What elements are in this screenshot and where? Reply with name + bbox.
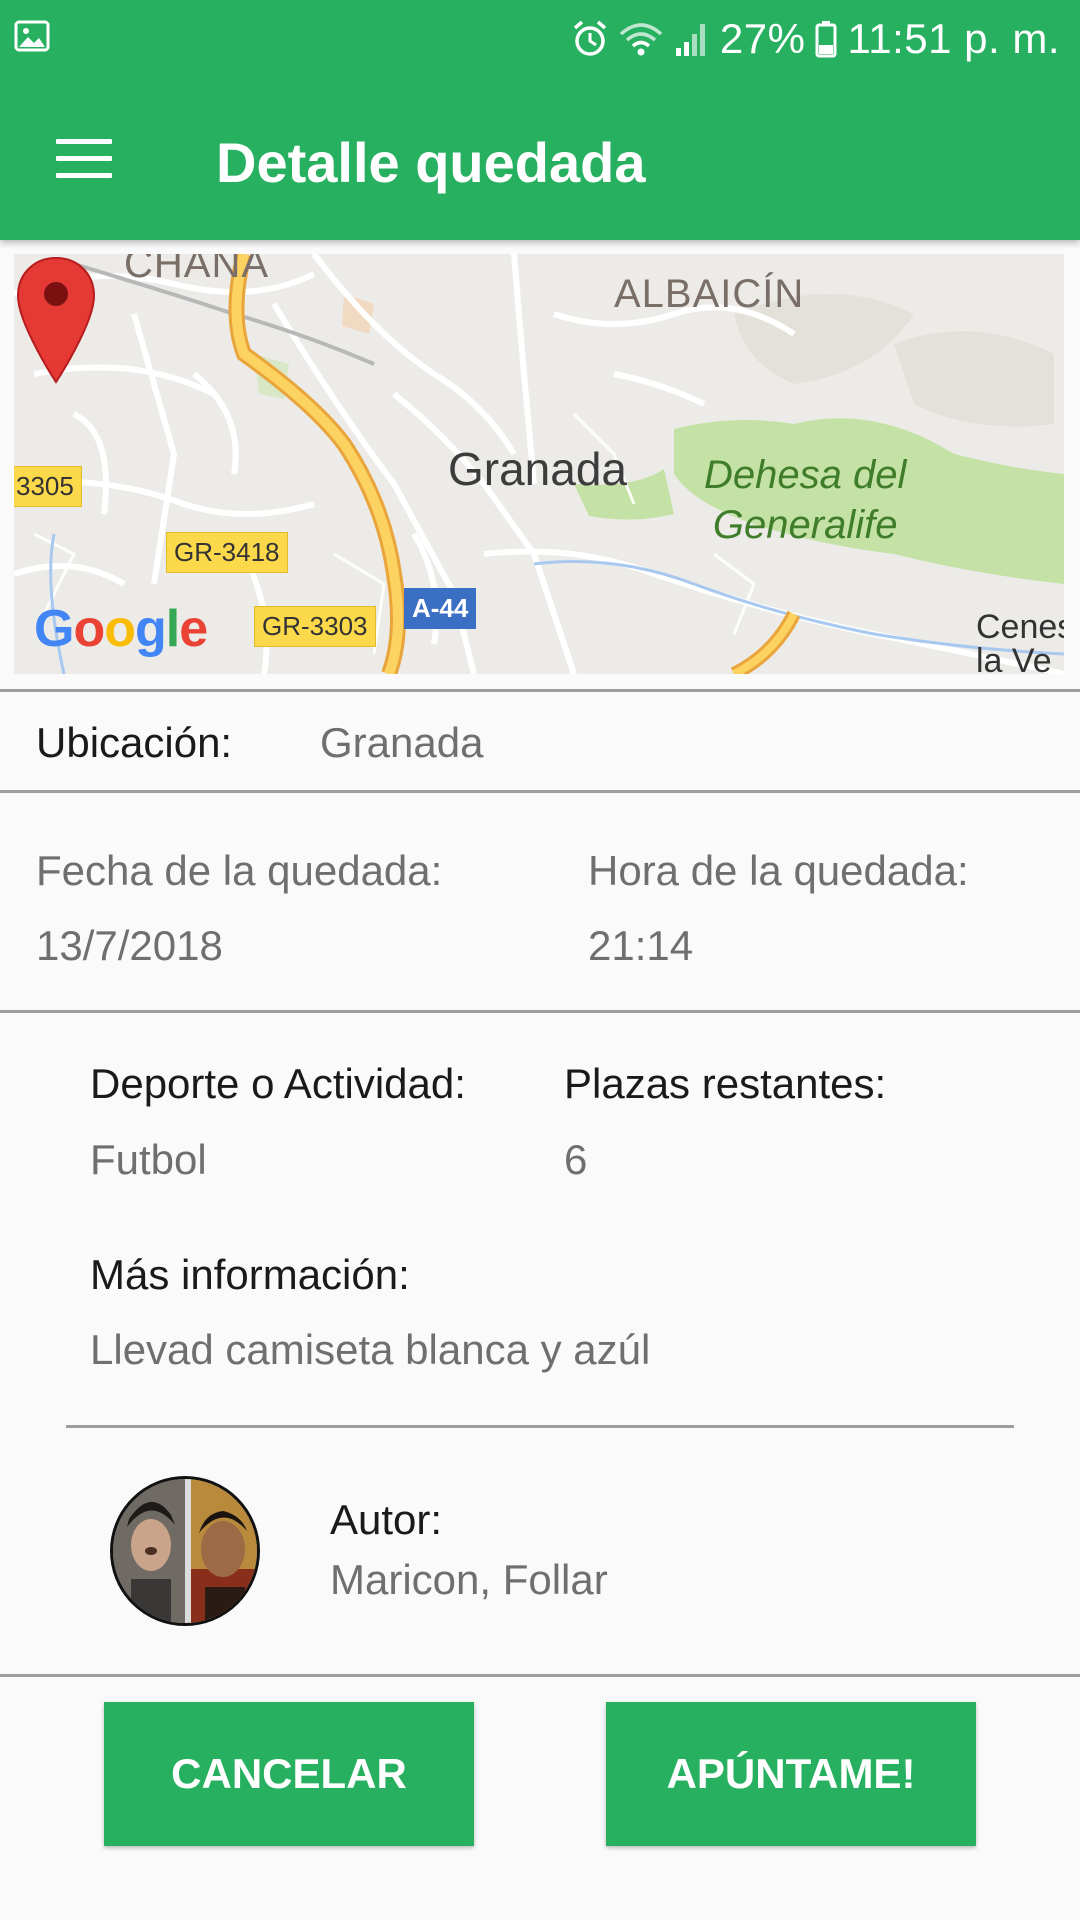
divider	[0, 790, 1080, 793]
map-road-badge-3305: 3305	[14, 466, 82, 507]
sport-label: Deporte o Actividad:	[90, 1060, 466, 1107]
map-label-cenes-line1: Cenes	[976, 608, 1064, 646]
spots-label: Plazas restantes:	[564, 1060, 887, 1107]
google-logo: Google	[34, 600, 208, 658]
cancel-button[interactable]: CANCELAR	[104, 1702, 474, 1846]
author-value: Maricon, Follar	[330, 1556, 608, 1603]
page-title: Detalle quedada	[216, 131, 646, 194]
status-bar: 27% 11:51 p. m.	[0, 0, 1080, 78]
location-map[interactable]: CHANA ALBAICÍN Granada Dehesa del Genera…	[14, 254, 1064, 674]
map-label-chana: CHANA	[124, 254, 270, 286]
spots-value: 6	[564, 1136, 588, 1183]
hamburger-menu-icon[interactable]	[34, 118, 134, 198]
map-label-cenes-line2: la Ve	[976, 642, 1052, 674]
toolbar: Detalle quedada	[0, 78, 1080, 240]
map-label-park-line2: Generalife	[712, 503, 898, 547]
divider	[0, 1674, 1080, 1677]
wifi-icon	[619, 23, 663, 56]
location-label: Ubicación:	[36, 719, 233, 766]
app-bar: 27% 11:51 p. m. Detalle quedada	[0, 0, 1080, 240]
battery-icon	[815, 21, 837, 58]
map-label-albaicin: ALBAICÍN	[614, 272, 805, 316]
battery-percent: 27%	[719, 15, 806, 62]
time-value: 21:14	[588, 922, 694, 969]
map-label-park-line1: Dehesa del	[704, 453, 907, 497]
divider	[66, 1425, 1014, 1428]
map-label-park: Dehesa del Generalife	[704, 450, 906, 550]
divider	[0, 1010, 1080, 1013]
alarm-icon	[573, 20, 607, 56]
date-label: Fecha de la quedada:	[36, 847, 443, 894]
divider	[0, 689, 1080, 692]
location-value: Granada	[320, 719, 484, 766]
join-button[interactable]: APÚNTAME!	[606, 1702, 976, 1846]
date-value: 13/7/2018	[36, 922, 223, 969]
map-label-city: Granada	[448, 443, 628, 495]
info-label: Más información:	[90, 1251, 410, 1298]
time-label: Hora de la quedada:	[588, 847, 969, 894]
map-label-cenes: Cenes la Ve	[976, 610, 1064, 674]
map-road-badge-gr3418: GR-3418	[166, 532, 288, 573]
sport-value: Futbol	[90, 1136, 207, 1183]
gallery-icon	[14, 20, 50, 52]
author-label: Autor:	[330, 1496, 443, 1543]
map-highway-badge-a44: A-44	[404, 588, 477, 629]
clock: 11:51 p. m.	[847, 15, 1060, 62]
signal-icon	[675, 24, 705, 56]
info-value: Llevad camiseta blanca y azúl	[90, 1326, 651, 1373]
map-pin-icon[interactable]	[14, 254, 98, 386]
map-road-badge-gr3303: GR-3303	[254, 606, 376, 647]
author-avatar[interactable]	[110, 1476, 260, 1626]
